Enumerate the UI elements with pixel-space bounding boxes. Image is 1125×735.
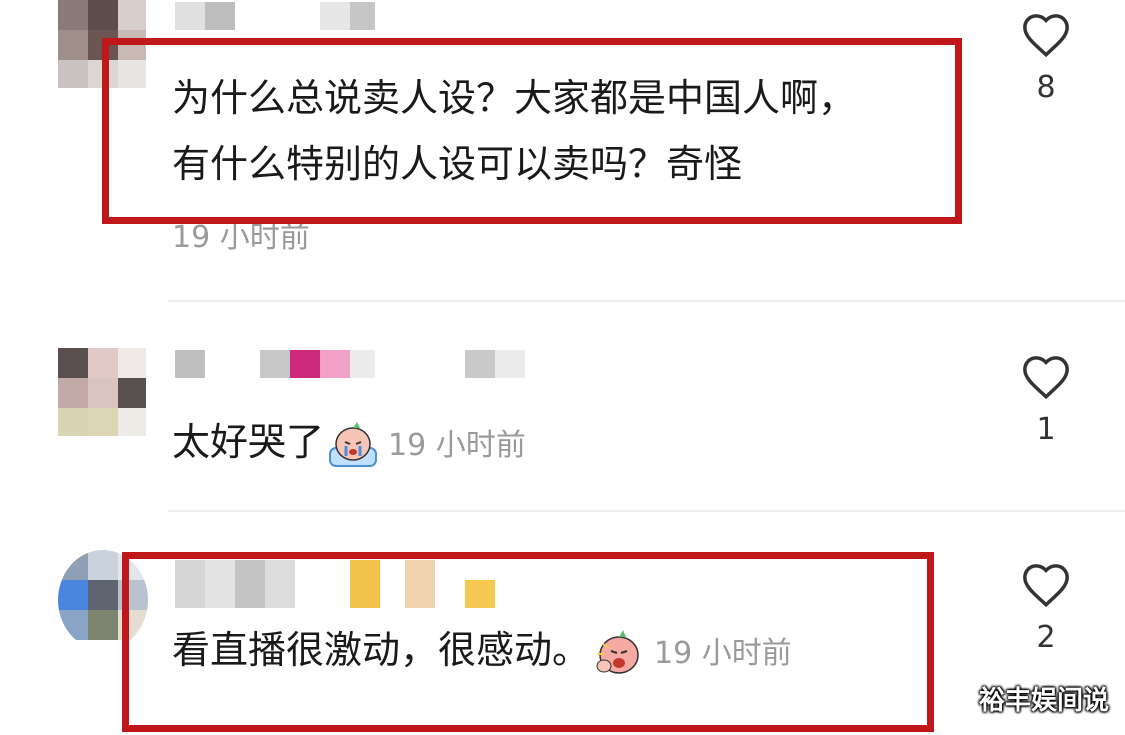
watermark: 裕丰娱间说 bbox=[978, 686, 1109, 716]
like-button[interactable]: 2 bbox=[1016, 560, 1076, 655]
crying-face-emoji bbox=[329, 421, 378, 467]
comment-item: 太好哭了 19 小时前 1 bbox=[0, 348, 1125, 508]
heart-outline-icon bbox=[1023, 14, 1069, 58]
avatar[interactable] bbox=[58, 348, 146, 436]
highlight-box bbox=[122, 552, 934, 732]
comment-timestamp: 19 小时前 bbox=[388, 428, 526, 463]
like-count: 1 bbox=[1036, 412, 1056, 447]
divider bbox=[168, 300, 1125, 302]
like-count: 2 bbox=[1036, 620, 1056, 655]
heart-outline-icon bbox=[1023, 356, 1069, 400]
like-count: 8 bbox=[1036, 70, 1056, 105]
highlight-box bbox=[102, 38, 962, 224]
like-button[interactable]: 8 bbox=[1016, 10, 1076, 105]
divider bbox=[168, 510, 1125, 512]
comment-text-line: 太好哭了 19 小时前 bbox=[172, 410, 526, 478]
heart-outline-icon bbox=[1023, 564, 1069, 608]
like-button[interactable]: 1 bbox=[1016, 352, 1076, 447]
comment-text: 太好哭了 bbox=[172, 420, 325, 464]
